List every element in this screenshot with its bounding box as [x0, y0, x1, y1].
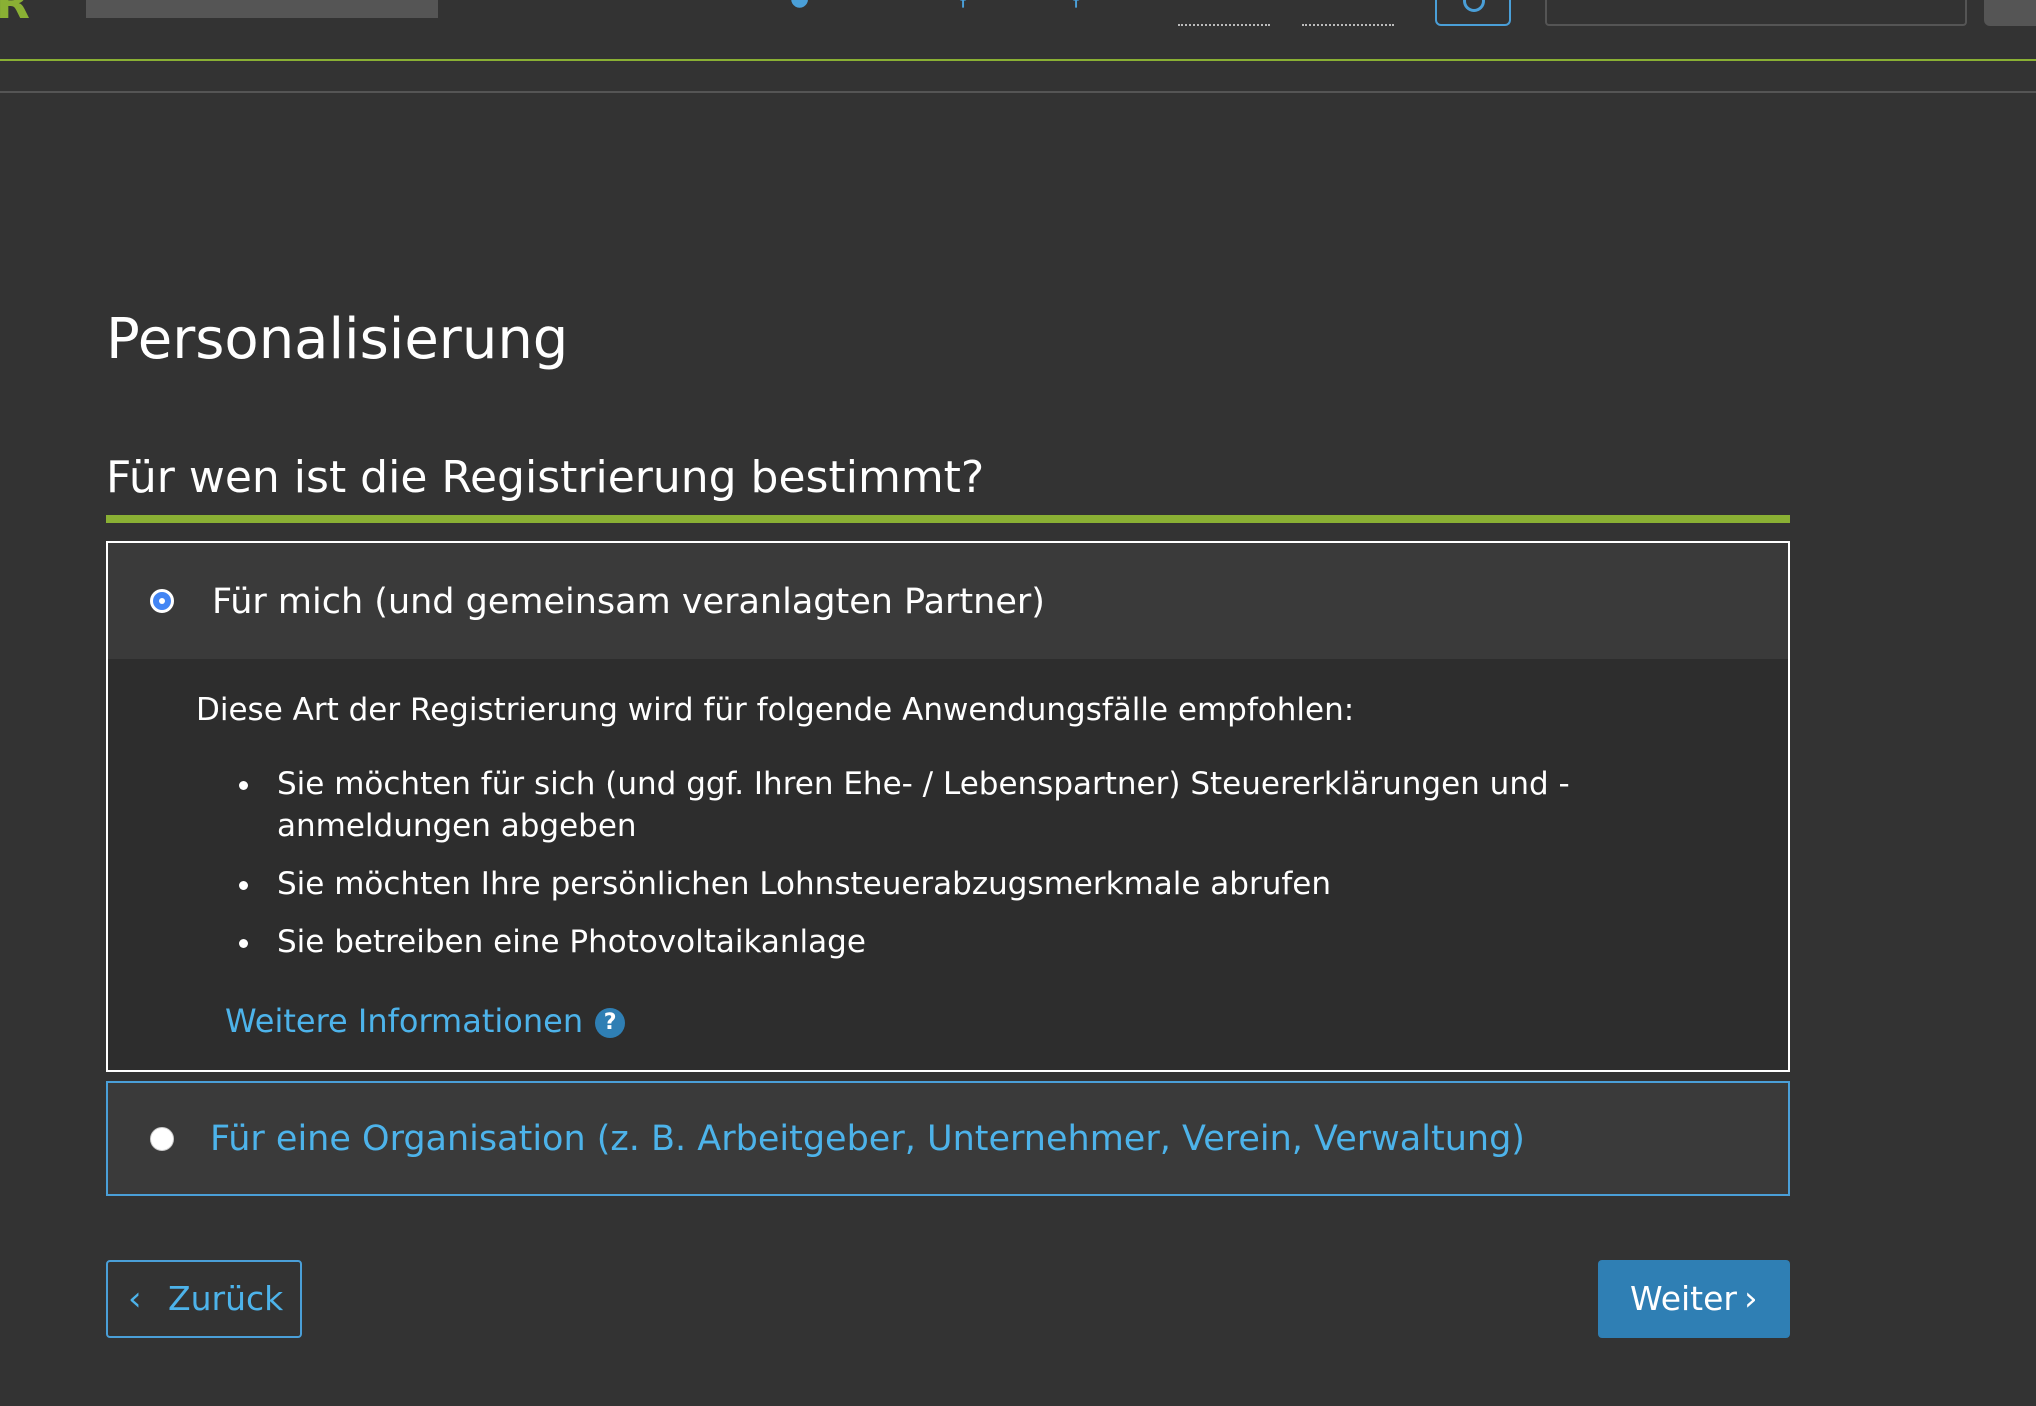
logo-banner	[86, 0, 438, 18]
radio-organisation[interactable]	[150, 1127, 174, 1151]
option-organisation[interactable]: Für eine Organisation (z. B. Arbeitgeber…	[106, 1081, 1790, 1196]
back-button[interactable]: ‹ Zurück	[106, 1260, 302, 1338]
nav-info-icon[interactable]: ●	[790, 0, 809, 10]
question-underline	[106, 515, 1790, 523]
next-button-label: Weiter	[1630, 1279, 1737, 1318]
header-search-input[interactable]	[1545, 0, 1967, 26]
breadcrumb-divider	[0, 91, 2036, 93]
chevron-left-icon: ‹	[128, 1279, 142, 1319]
more-info-link[interactable]: Weitere Informationen?	[225, 998, 626, 1044]
back-button-label: Zurück	[168, 1279, 284, 1318]
more-info-label[interactable]: Weitere Informationen	[225, 1002, 583, 1040]
option-personal-label[interactable]: Für mich (und gemeinsam veranlagten Part…	[212, 578, 1045, 626]
help-icon	[1463, 0, 1485, 12]
next-button[interactable]: Weiter ›	[1598, 1260, 1790, 1338]
use-case-intro: Diese Art der Registrierung wird für fol…	[196, 692, 1355, 728]
nav-search-icon[interactable]: ⚲	[955, 0, 971, 10]
chevron-right-icon: ›	[1744, 1279, 1758, 1319]
page-title: Personalisierung	[106, 307, 569, 372]
nav-zoom-icon[interactable]: ⚲	[1068, 0, 1084, 10]
site-logo[interactable]: R	[0, 0, 70, 18]
use-case-list: Sie möchten für sich (und ggf. Ihren Ehe…	[233, 763, 1753, 979]
list-item: Sie möchten für sich (und ggf. Ihren Ehe…	[233, 763, 1753, 847]
header-link-1[interactable]	[1178, 22, 1270, 26]
radio-personal[interactable]	[150, 589, 174, 613]
question-help-icon[interactable]: ?	[595, 1008, 626, 1038]
option-organisation-label[interactable]: Für eine Organisation (z. B. Arbeitgeber…	[210, 1115, 1525, 1163]
section-question: Für wen ist die Registrierung bestimmt?	[106, 452, 985, 503]
header-link-2[interactable]	[1302, 22, 1394, 26]
header-menu-button[interactable]	[1984, 0, 2036, 26]
header-divider	[0, 59, 2036, 61]
help-button[interactable]	[1435, 0, 1511, 26]
list-item: Sie betreiben eine Photovoltaikanlage	[233, 921, 1753, 963]
option-personal-header[interactable]: Für mich (und gemeinsam veranlagten Part…	[108, 543, 1788, 659]
option-personal: Für mich (und gemeinsam veranlagten Part…	[106, 541, 1790, 1072]
list-item: Sie möchten Ihre persönlichen Lohnsteuer…	[233, 863, 1753, 905]
top-header: R ● ⚲ ⚲	[0, 0, 2036, 62]
